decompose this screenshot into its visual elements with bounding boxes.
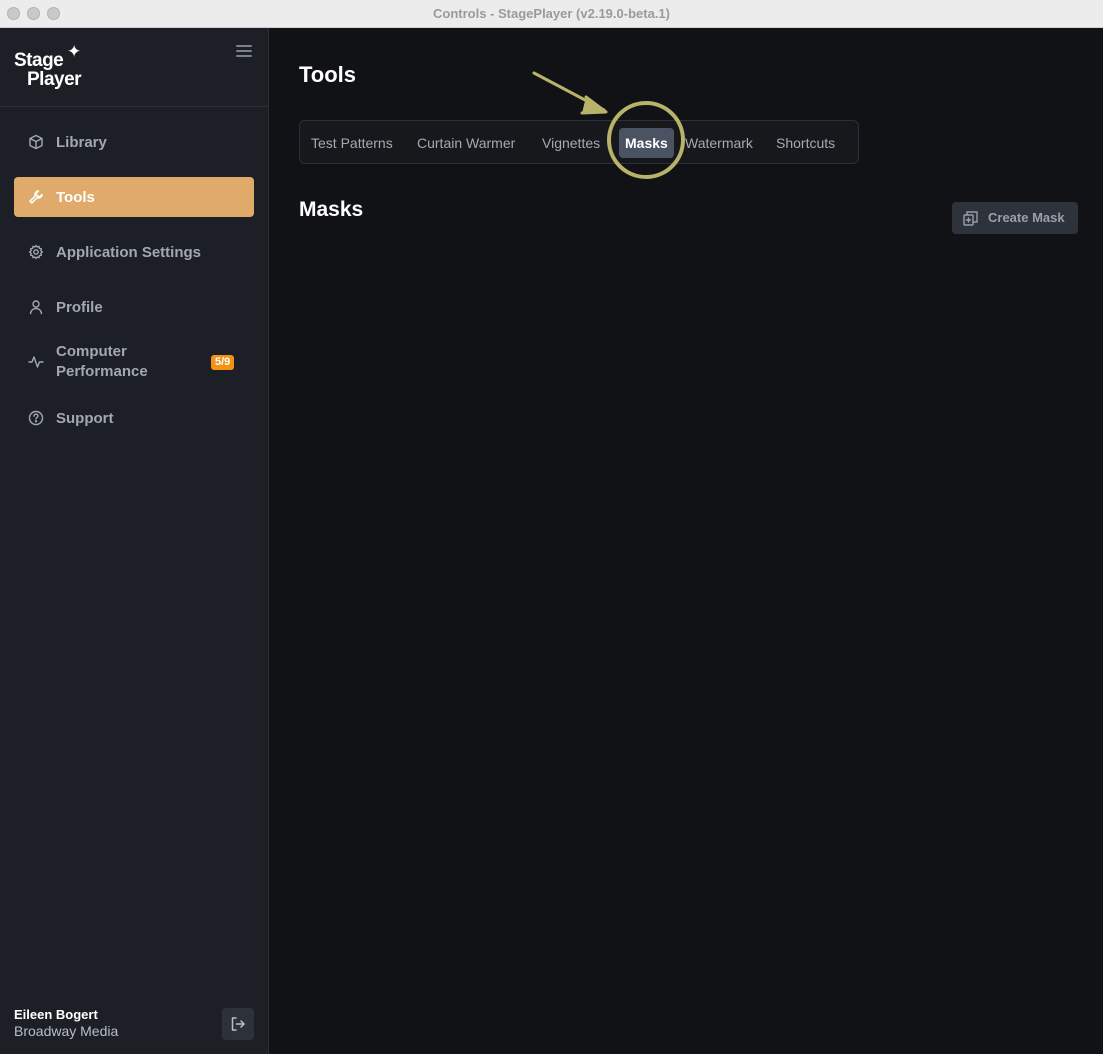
create-mask-button[interactable]: Create Mask: [952, 202, 1078, 234]
create-mask-label: Create Mask: [988, 210, 1065, 225]
sidebar-item-label: Application Settings: [56, 243, 202, 261]
logo-text-line2: Player: [27, 69, 82, 90]
logout-icon: [231, 1017, 245, 1031]
sidebar-item-label: Library: [56, 133, 107, 151]
app-window: Controls - StagePlayer (v2.19.0-beta.1) …: [0, 0, 1103, 1054]
performance-badge: 5/9: [211, 355, 235, 370]
sidebar-divider: [0, 106, 268, 107]
activity-icon: [28, 356, 44, 368]
stageplayer-logo: Stage ✦ Player: [14, 42, 104, 92]
cube-icon: [29, 134, 43, 150]
main-content: Tools Test Patterns Curtain Warmer Vigne…: [269, 28, 1103, 1054]
section-title: Masks: [299, 198, 364, 221]
sidebar-item-application-settings[interactable]: Application Settings: [14, 232, 254, 272]
sparkle-icon: ✦: [67, 42, 82, 61]
sidebar: Stage ✦ Player Library Tools Application…: [0, 28, 269, 1054]
tab-watermark[interactable]: Watermark: [679, 128, 759, 158]
page-title: Tools: [299, 62, 357, 87]
tab-test-patterns[interactable]: Test Patterns: [305, 128, 399, 158]
title-bar: Controls - StagePlayer (v2.19.0-beta.1): [0, 0, 1103, 28]
tab-vignettes[interactable]: Vignettes: [536, 128, 606, 158]
sidebar-item-computer-performance[interactable]: Computer Performance 5/9: [14, 342, 254, 382]
sidebar-item-tools[interactable]: Tools: [14, 177, 254, 217]
sidebar-item-profile[interactable]: Profile: [14, 287, 254, 327]
sidebar-item-support[interactable]: Support: [14, 398, 254, 438]
hamburger-menu-icon[interactable]: [236, 44, 254, 60]
sidebar-item-label: Computer Performance: [56, 343, 148, 380]
tools-tab-bar: Test Patterns Curtain Warmer Vignettes M…: [299, 120, 859, 164]
tab-masks[interactable]: Masks: [619, 128, 674, 158]
sidebar-item-label: Profile: [56, 298, 103, 316]
add-layer-icon: [963, 211, 978, 226]
help-circle-icon: [28, 410, 44, 426]
sidebar-item-library[interactable]: Library: [14, 122, 254, 162]
user-name: Eileen Bogert: [14, 1007, 98, 1022]
wrench-icon: [29, 190, 43, 204]
user-icon: [29, 300, 43, 315]
sidebar-item-label: Support: [56, 409, 114, 427]
sidebar-item-label: Tools: [56, 188, 95, 206]
logout-button[interactable]: [222, 1008, 254, 1040]
user-organization: Broadway Media: [14, 1023, 119, 1039]
window-title: Controls - StagePlayer (v2.19.0-beta.1): [433, 6, 670, 21]
gear-icon: [28, 244, 44, 260]
tab-curtain-warmer[interactable]: Curtain Warmer: [411, 128, 521, 158]
tab-shortcuts[interactable]: Shortcuts: [770, 128, 841, 158]
